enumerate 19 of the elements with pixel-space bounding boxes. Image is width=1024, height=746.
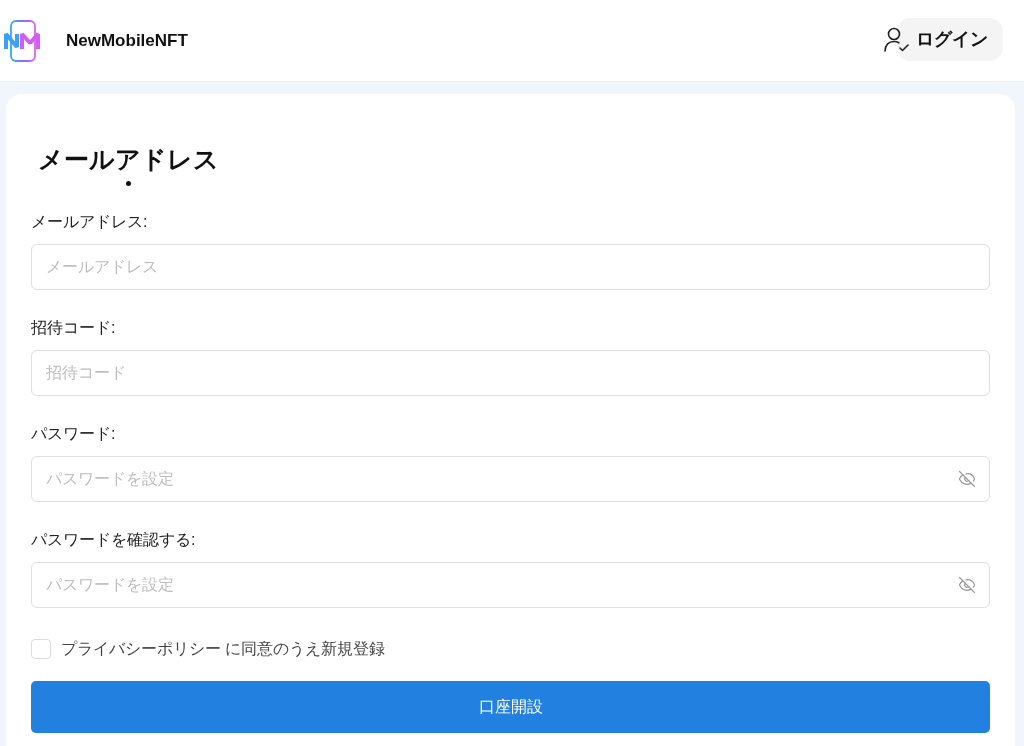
field-label: パスワード: <box>31 424 116 444</box>
logo-icon <box>4 19 42 62</box>
submit-button[interactable]: 口座開設 <box>31 681 990 733</box>
user-check-icon <box>884 26 909 52</box>
field-label: パスワードを確認する: <box>31 530 196 550</box>
dot-icon <box>126 181 131 186</box>
input-field[interactable]: 招待コード <box>31 350 990 396</box>
input-field[interactable]: メールアドレス <box>31 244 990 290</box>
eye-off-icon[interactable] <box>958 576 976 594</box>
password-field[interactable]: パスワードを設定 <box>31 562 990 608</box>
form-title: メールアドレス <box>38 144 219 175</box>
field-label: メールアドレス: <box>31 212 148 232</box>
agreement-text: プライバシーポリシー に同意のうえ新規登録 <box>61 639 386 659</box>
field-label: 招待コード: <box>31 318 116 338</box>
password-field[interactable]: パスワードを設定 <box>31 456 990 502</box>
eye-off-icon[interactable] <box>958 470 976 488</box>
brand-name: NewMobileNFT <box>66 30 188 51</box>
checkbox[interactable] <box>31 639 51 659</box>
login-button[interactable]: ログイン <box>884 17 1003 61</box>
